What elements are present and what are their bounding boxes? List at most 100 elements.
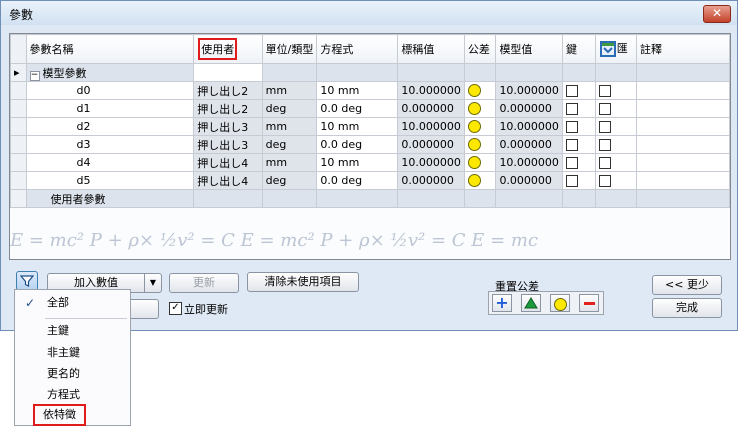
immediate-update-label: 立即更新	[184, 303, 228, 316]
col-header-nominal[interactable]: 標稱值	[397, 34, 465, 64]
tolerance-dot-icon[interactable]	[463, 153, 497, 172]
param-equation[interactable]: 0.0 deg	[316, 99, 399, 118]
minus-tolerance-button[interactable]	[579, 294, 599, 312]
param-equation[interactable]: 10 mm	[316, 81, 399, 100]
export-checkbox[interactable]	[594, 135, 637, 154]
key-checkbox[interactable]	[561, 99, 596, 118]
table-row[interactable]: d5 押し出し4 deg 0.0 deg 0.000000 0.000000	[10, 171, 730, 190]
menu-item-renamed[interactable]: 更名的	[15, 364, 130, 384]
tolerance-dot-icon[interactable]	[463, 171, 497, 190]
table-row[interactable]: d4 押し出し4 mm 10 mm 10.000000 10.000000	[10, 153, 730, 172]
param-nominal: 10.000000	[397, 81, 465, 100]
param-name[interactable]: d2	[25, 117, 195, 136]
param-comment[interactable]	[635, 81, 730, 100]
key-checkbox[interactable]	[561, 81, 596, 100]
triangle-tolerance-button[interactable]	[521, 294, 541, 312]
param-unit: mm	[261, 117, 318, 136]
param-equation[interactable]: 0.0 deg	[316, 135, 399, 154]
col-header-model-value[interactable]: 模型值	[495, 34, 563, 64]
key-checkbox[interactable]	[561, 135, 596, 154]
param-name[interactable]: d4	[25, 153, 195, 172]
menu-item-by-feature[interactable]: 依特徵	[15, 404, 130, 426]
param-name[interactable]: d5	[25, 171, 195, 190]
done-button[interactable]: 完成	[652, 298, 722, 318]
param-model-value: 0.000000	[495, 99, 563, 118]
param-user: 押し出し4	[193, 153, 263, 172]
parameters-table: 參數名稱 使用者 單位/類型 方程式 標稱值 公差 模型值 鍵 匯 註釋 ▸ −…	[10, 34, 730, 208]
minus-icon	[583, 301, 595, 305]
checkmark-icon: ✓	[25, 296, 36, 310]
key-checkbox[interactable]	[561, 171, 596, 190]
col-header-name[interactable]: 參數名稱	[25, 34, 195, 64]
menu-item-nonkey[interactable]: 非主鍵	[15, 343, 130, 363]
immediate-update-checkbox[interactable]: ✓	[169, 302, 182, 315]
export-checkbox[interactable]	[594, 81, 637, 100]
param-equation[interactable]: 10 mm	[316, 117, 399, 136]
param-name[interactable]: d3	[25, 135, 195, 154]
param-model-value: 0.000000	[495, 135, 563, 154]
param-unit: deg	[261, 171, 318, 190]
collapse-icon[interactable]: −	[29, 70, 40, 81]
param-comment[interactable]	[635, 99, 730, 118]
purge-unused-button[interactable]: 清除未使用項目	[247, 272, 359, 292]
tolerance-dot-icon[interactable]	[463, 81, 497, 100]
menu-item-key[interactable]: 主鍵	[15, 321, 130, 341]
param-user: 押し出し2	[193, 81, 263, 100]
col-header-key[interactable]: 鍵	[561, 34, 596, 64]
tolerance-dot-icon[interactable]	[463, 135, 497, 154]
less-button[interactable]: << 更少	[652, 275, 722, 295]
param-comment[interactable]	[635, 153, 730, 172]
filter-button[interactable]	[16, 271, 38, 291]
group-model-user-cell[interactable]	[193, 63, 263, 82]
plus-icon: +	[495, 293, 509, 312]
key-checkbox[interactable]	[561, 117, 596, 136]
menu-item-label: 全部	[47, 296, 69, 309]
param-comment[interactable]	[635, 135, 730, 154]
group-model-cell[interactable]: − 模型參數	[25, 63, 195, 82]
param-comment[interactable]	[635, 117, 730, 136]
table-row[interactable]: d2 押し出し3 mm 10 mm 10.000000 10.000000	[10, 117, 730, 136]
table-row[interactable]: d1 押し出し2 deg 0.0 deg 0.000000 0.000000	[10, 99, 730, 118]
param-name[interactable]: d0	[25, 81, 195, 100]
update-button[interactable]: 更新	[169, 273, 239, 293]
col-header-unit[interactable]: 單位/類型	[261, 34, 318, 64]
param-unit: deg	[261, 99, 318, 118]
median-tolerance-button[interactable]	[550, 294, 570, 312]
table-row[interactable]: d3 押し出し3 deg 0.0 deg 0.000000 0.000000	[10, 135, 730, 154]
menu-separator	[45, 318, 127, 319]
tolerance-dot-icon[interactable]	[463, 117, 497, 136]
export-checkbox[interactable]	[594, 171, 637, 190]
add-value-label: 加入數值	[74, 276, 118, 289]
key-checkbox[interactable]	[561, 153, 596, 172]
export-checkbox[interactable]	[594, 117, 637, 136]
menu-item-all[interactable]: ✓ 全部	[15, 293, 130, 313]
param-equation[interactable]: 0.0 deg	[316, 171, 399, 190]
col-header-comment[interactable]: 註釋	[635, 34, 730, 64]
param-user: 押し出し3	[193, 135, 263, 154]
row-pointer-icon: ▸	[10, 63, 27, 82]
export-checkbox[interactable]	[594, 99, 637, 118]
group-row-model[interactable]: ▸ − 模型參數	[10, 63, 730, 82]
param-model-value: 10.000000	[495, 153, 563, 172]
title-bar: 參數 ✕	[1, 1, 737, 25]
param-nominal: 10.000000	[397, 117, 465, 136]
dialog-title: 參數	[9, 8, 34, 22]
close-button[interactable]: ✕	[703, 5, 731, 23]
col-header-user[interactable]: 使用者	[193, 34, 263, 64]
param-equation[interactable]: 10 mm	[316, 153, 399, 172]
chevron-down-icon[interactable]: ▼	[144, 274, 161, 292]
col-header-tolerance[interactable]: 公差	[463, 34, 497, 64]
plus-tolerance-button[interactable]: +	[492, 294, 512, 312]
group-row-user[interactable]: 使用者參數	[10, 189, 730, 208]
table-row[interactable]: d0 押し出し2 mm 10 mm 10.000000 10.000000	[10, 81, 730, 100]
export-checkbox[interactable]	[594, 153, 637, 172]
menu-item-equation[interactable]: 方程式	[15, 385, 130, 405]
param-comment[interactable]	[635, 171, 730, 190]
param-name[interactable]: d1	[25, 99, 195, 118]
group-model-label: 模型參數	[42, 66, 87, 80]
col-header-export[interactable]: 匯	[594, 34, 637, 64]
col-header-equation[interactable]: 方程式	[316, 34, 399, 64]
group-user-cell[interactable]: 使用者參數	[25, 189, 195, 208]
parameters-dialog: 參數 ✕ AS E = mc² P + ρ× ½v² = C E = mc² P…	[0, 0, 738, 331]
tolerance-dot-icon[interactable]	[463, 99, 497, 118]
